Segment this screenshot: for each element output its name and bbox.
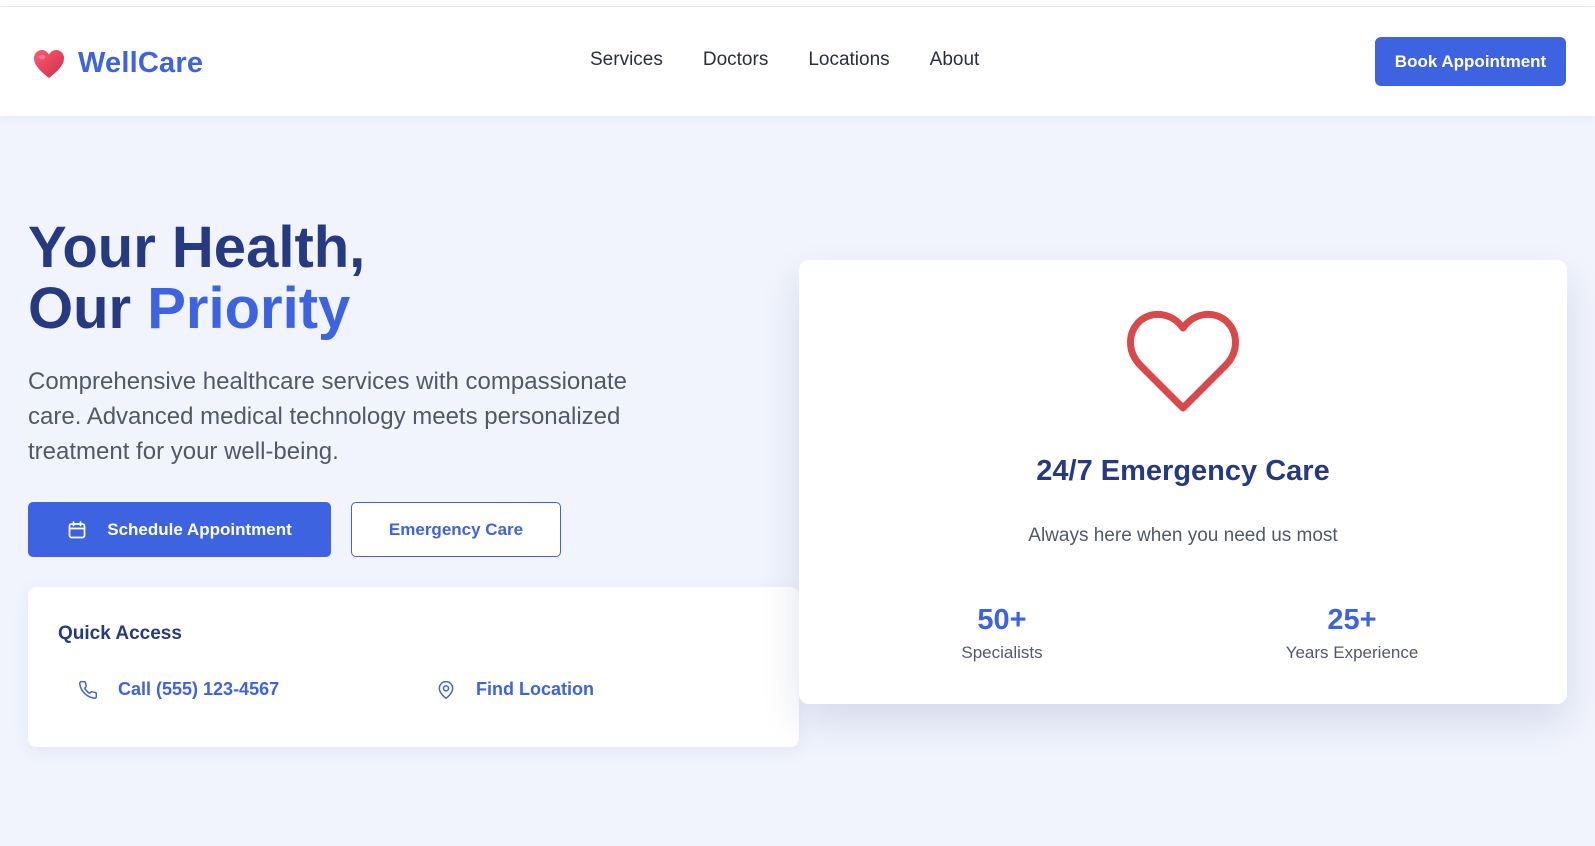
stat-value: 25+ bbox=[1327, 604, 1377, 636]
stat-years-experience: 25+ Years Experience bbox=[1227, 604, 1477, 663]
call-label: Call (555) 123-4567 bbox=[118, 679, 280, 699]
hero-title: Your Health, Our Priority bbox=[28, 217, 365, 339]
quick-access-title: Quick Access bbox=[58, 623, 182, 644]
brand-logo[interactable]: WellCare bbox=[32, 47, 203, 80]
nav-doctors[interactable]: Doctors bbox=[703, 49, 768, 71]
schedule-appointment-button[interactable]: Schedule Appointment bbox=[28, 502, 331, 557]
map-pin-icon bbox=[438, 680, 454, 699]
stat-label: Specialists bbox=[961, 643, 1043, 662]
quick-access-card: Quick Access Call (555) 123-4567 Find Lo… bbox=[28, 587, 799, 747]
find-location-link[interactable]: Find Location bbox=[436, 679, 594, 700]
emergency-card-title: 24/7 Emergency Care bbox=[1036, 455, 1330, 487]
stat-specialists: 50+ Specialists bbox=[877, 604, 1127, 663]
emergency-card-subtitle: Always here when you need us most bbox=[1028, 525, 1338, 546]
calendar-icon bbox=[68, 520, 86, 538]
stat-label: Years Experience bbox=[1285, 643, 1419, 662]
hero-title-accent: Priority bbox=[147, 276, 351, 341]
find-location-label: Find Location bbox=[476, 679, 594, 699]
nav-locations[interactable]: Locations bbox=[808, 49, 889, 71]
hero-title-line1: Your Health, bbox=[28, 215, 366, 280]
heart-outline-icon bbox=[1127, 310, 1239, 412]
call-link[interactable]: Call (555) 123-4567 bbox=[78, 679, 279, 700]
top-border bbox=[0, 0, 1595, 7]
nav-services[interactable]: Services bbox=[590, 49, 663, 71]
stat-value: 50+ bbox=[977, 604, 1027, 636]
main-nav: Services Doctors Locations About bbox=[590, 49, 1019, 71]
emergency-care-button[interactable]: Emergency Care bbox=[351, 502, 561, 557]
phone-icon bbox=[79, 680, 98, 699]
brand-name: WellCare bbox=[78, 47, 204, 79]
emergency-care-card: 24/7 Emergency Care Always here when you… bbox=[799, 260, 1567, 704]
site-header: WellCare Services Doctors Locations Abou… bbox=[0, 7, 1595, 116]
book-appointment-button[interactable]: Book Appointment bbox=[1375, 37, 1566, 86]
nav-about[interactable]: About bbox=[930, 49, 980, 71]
hero-title-prefix: Our bbox=[28, 276, 148, 341]
heart-icon bbox=[34, 49, 64, 78]
schedule-appointment-label: Schedule Appointment bbox=[107, 519, 292, 539]
hero-description: Comprehensive healthcare services with c… bbox=[28, 368, 627, 465]
